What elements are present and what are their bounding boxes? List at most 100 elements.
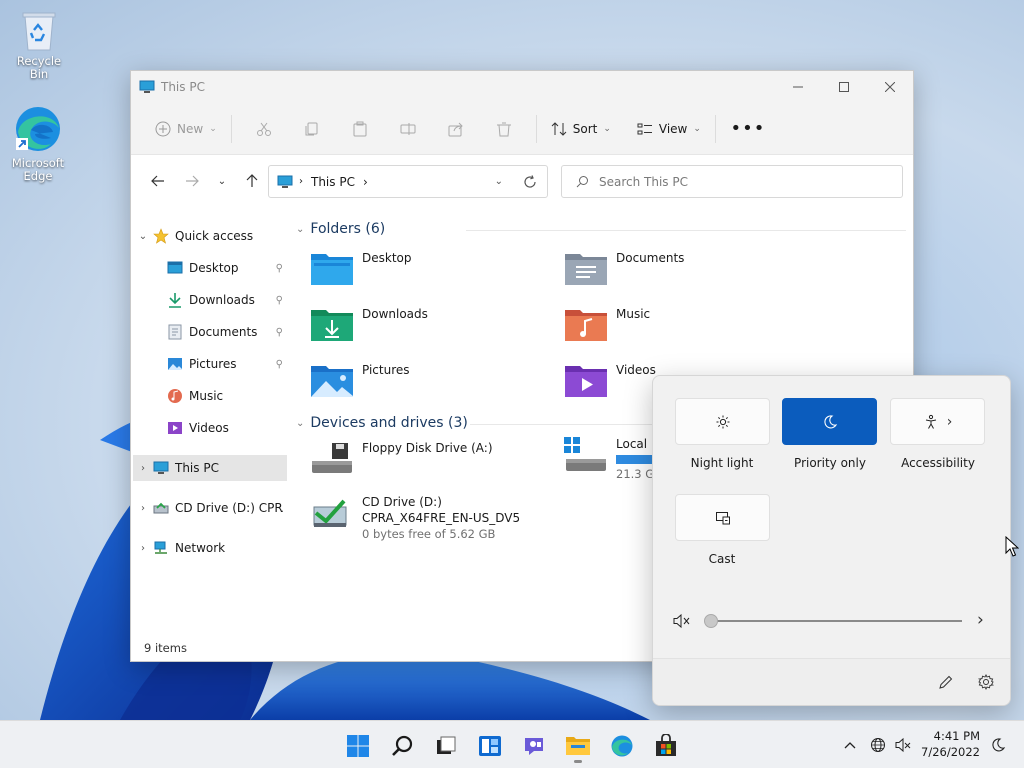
drive-local[interactable]: Local D 21.3 GB — [564, 437, 662, 481]
chevron-down-icon: ⌄ — [693, 123, 701, 134]
sidebar-item-videos[interactable]: Videos — [133, 415, 287, 441]
back-button[interactable] — [141, 166, 175, 196]
folder-label: Documents — [616, 251, 685, 265]
folders-group-header[interactable]: ⌄ Folders (6) — [296, 221, 906, 237]
recent-locations-button[interactable]: ⌄ — [209, 166, 235, 196]
edge-taskbar-button[interactable] — [602, 729, 642, 763]
picture-icon — [168, 358, 182, 370]
volume-slider-thumb[interactable] — [704, 614, 718, 628]
sidebar-item-label: Pictures — [189, 357, 237, 371]
desktop-icon-label: Recycle Bin — [16, 54, 62, 81]
command-bar: New ⌄ Sort ⌄ View ⌄ ••• — [131, 103, 913, 155]
volume-slider-track[interactable] — [710, 620, 962, 622]
recycle-bin-icon — [22, 12, 56, 51]
folder-pictures[interactable]: Pictures — [310, 363, 410, 399]
sidebar-item-desktop[interactable]: Desktop ⚲ — [133, 255, 287, 281]
sidebar-item-this-pc[interactable]: › This PC — [133, 455, 287, 481]
sidebar-item-network[interactable]: › Network — [133, 535, 287, 561]
more-options-button[interactable]: ••• — [724, 112, 772, 146]
drive-floppy[interactable]: Floppy Disk Drive (A:) — [310, 441, 493, 477]
night-light-toggle[interactable] — [675, 398, 770, 445]
priority-only-toggle[interactable] — [782, 398, 877, 445]
chevron-up-icon — [844, 742, 856, 749]
address-bar[interactable]: › This PC › ⌄ — [268, 165, 548, 198]
sidebar-item-pictures[interactable]: Pictures ⚲ — [133, 351, 287, 377]
night-light-label: Night light — [690, 456, 754, 470]
search-taskbar-button[interactable] — [382, 729, 422, 763]
close-button[interactable] — [867, 72, 913, 102]
show-hidden-icons-button[interactable] — [838, 733, 862, 757]
sort-button[interactable]: Sort ⌄ — [545, 112, 617, 146]
up-button[interactable] — [235, 166, 269, 196]
taskbar: 4:41 PM 7/26/2022 — [0, 720, 1024, 768]
divider — [230, 114, 232, 143]
store-taskbar-button[interactable] — [646, 729, 686, 763]
address-dropdown-button[interactable]: ⌄ — [495, 176, 503, 187]
sidebar-item-cd-drive[interactable]: › CD Drive (D:) CPRA_ — [133, 495, 287, 521]
desktop-folder-icon — [167, 261, 183, 274]
folder-desktop[interactable]: Desktop — [310, 251, 412, 287]
drive-cd[interactable]: CD Drive (D:) CPRA_X64FRE_EN-US_DV5 0 by… — [310, 495, 520, 541]
paste-button[interactable] — [336, 112, 384, 146]
cut-button[interactable] — [240, 112, 288, 146]
mouse-cursor-icon — [1005, 536, 1019, 557]
close-icon — [885, 82, 895, 92]
search-box[interactable]: Search This PC — [561, 165, 903, 198]
chevron-right-icon: › — [946, 413, 953, 430]
desktop-icon-recycle-bin[interactable]: Recycle Bin — [7, 8, 71, 81]
forward-button[interactable] — [175, 166, 209, 196]
folder-label: Downloads — [362, 307, 428, 321]
quick-settings-footer — [653, 658, 1010, 705]
title-bar[interactable]: This PC — [131, 71, 913, 103]
file-explorer-taskbar-button[interactable] — [558, 729, 598, 763]
sidebar-item-music[interactable]: Music — [133, 383, 287, 409]
sidebar-item-quick-access[interactable]: ⌄ Quick access — [133, 223, 287, 249]
delete-button[interactable] — [480, 112, 528, 146]
chevron-right-icon[interactable]: › — [977, 610, 984, 630]
store-icon — [656, 734, 676, 756]
clock[interactable]: 4:41 PM 7/26/2022 — [921, 728, 980, 760]
folder-videos[interactable]: Videos — [564, 363, 656, 399]
chevron-right-icon: › — [141, 462, 145, 474]
folder-downloads[interactable]: Downloads — [310, 307, 428, 343]
sort-icon — [551, 121, 567, 136]
devices-group-header[interactable]: ⌄ Devices and drives (3) — [296, 415, 910, 431]
sidebar-item-label: CD Drive (D:) CPRA_ — [175, 501, 283, 515]
cast-button[interactable] — [675, 494, 770, 541]
search-input[interactable]: Search This PC — [599, 175, 688, 189]
refresh-icon[interactable] — [523, 174, 537, 189]
sidebar-item-label: Desktop — [189, 261, 239, 275]
copy-button[interactable] — [288, 112, 336, 146]
pencil-icon[interactable] — [938, 674, 954, 690]
chat-icon — [525, 738, 543, 755]
folder-music[interactable]: Music — [564, 307, 650, 343]
this-pc-icon — [139, 80, 155, 93]
minimize-button[interactable] — [775, 72, 821, 102]
priority-only-label: Priority only — [794, 456, 866, 470]
drive-volume-name: CPRA_X64FRE_EN-US_DV5 — [362, 511, 521, 525]
volume-tray-button[interactable] — [891, 733, 915, 757]
task-view-button[interactable] — [426, 729, 466, 763]
view-button[interactable]: View ⌄ — [631, 112, 707, 146]
chat-button[interactable] — [514, 729, 554, 763]
sidebar-item-documents[interactable]: Documents ⚲ — [133, 319, 287, 345]
rename-button[interactable] — [384, 112, 432, 146]
drive-free-space: 0 bytes free of 5.62 GB — [362, 527, 496, 541]
desktop-icon-label: Microsoft Edge — [11, 156, 65, 183]
share-button[interactable] — [432, 112, 480, 146]
accessibility-button[interactable]: › — [890, 398, 985, 445]
desktop-icon-edge[interactable]: Microsoft Edge — [6, 104, 70, 183]
sidebar-item-label: Quick access — [175, 229, 254, 243]
network-tray-button[interactable] — [866, 733, 890, 757]
start-button[interactable] — [338, 729, 378, 763]
folder-documents[interactable]: Documents — [564, 251, 684, 287]
maximize-button[interactable] — [821, 72, 867, 102]
sidebar-item-downloads[interactable]: Downloads ⚲ — [133, 287, 287, 313]
gear-icon[interactable] — [978, 674, 994, 690]
widgets-button[interactable] — [470, 729, 510, 763]
new-button[interactable]: New ⌄ — [149, 112, 223, 146]
edge-icon — [611, 735, 633, 757]
plus-circle-icon — [155, 121, 171, 136]
volume-muted-icon[interactable] — [673, 613, 691, 629]
notifications-button[interactable] — [986, 733, 1010, 757]
